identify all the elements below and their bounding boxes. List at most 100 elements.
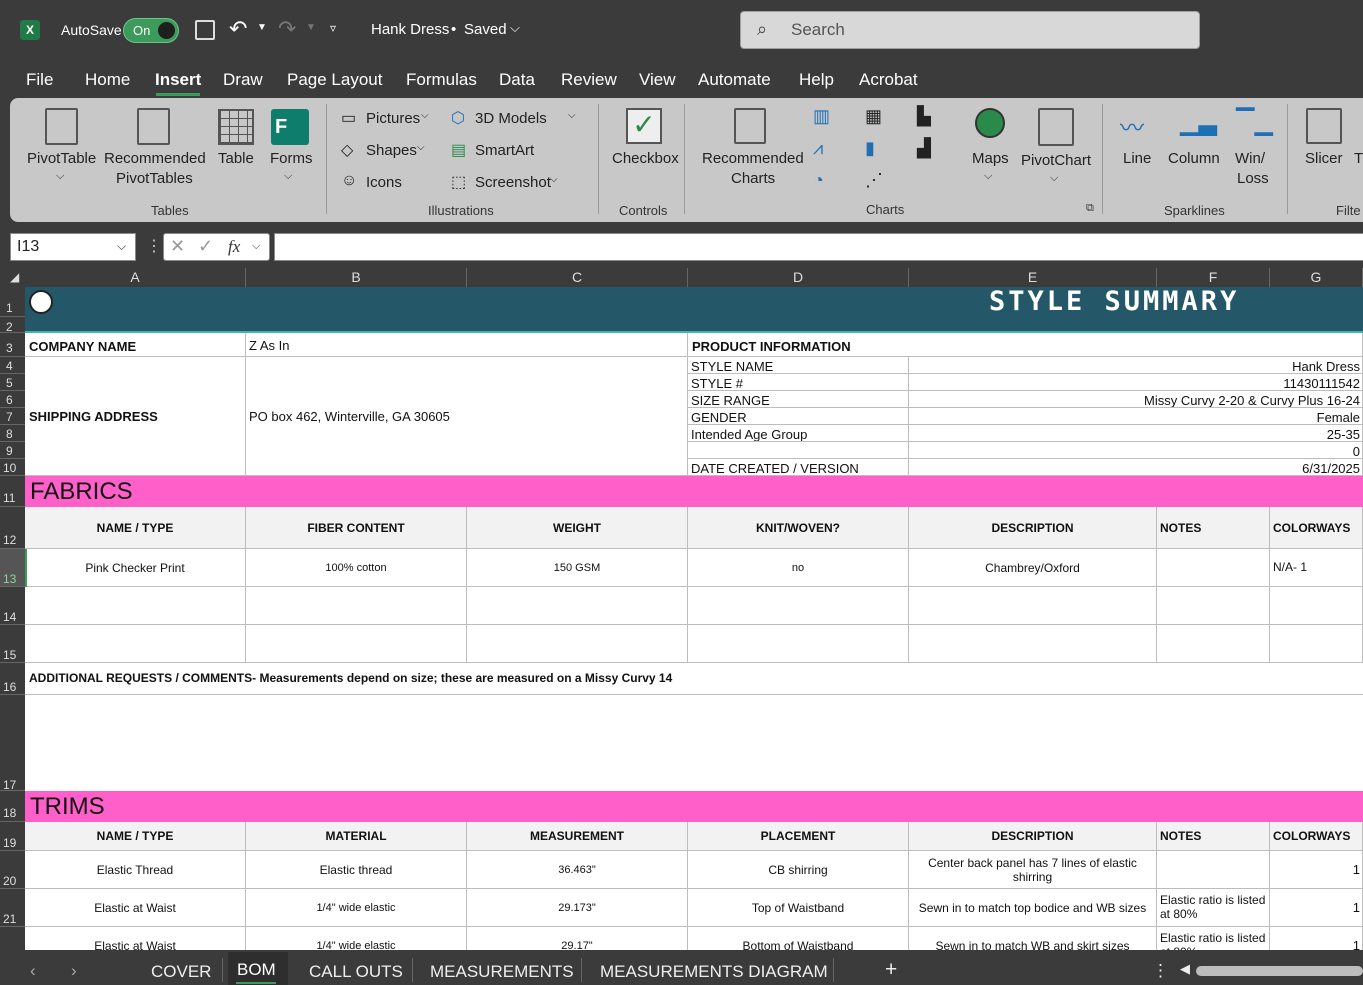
menu-automate[interactable]: Automate — [698, 70, 771, 90]
row-header[interactable]: 10 — [0, 459, 25, 476]
document-title[interactable]: Hank Dress — [371, 21, 449, 38]
menu-data[interactable]: Data — [499, 70, 535, 90]
row-header[interactable]: 14 — [0, 587, 25, 625]
menu-formulas[interactable]: Formulas — [406, 70, 477, 90]
fabric-cell[interactable] — [1157, 587, 1270, 625]
fabric-cell[interactable] — [909, 587, 1157, 625]
pivotchart-button[interactable]: PivotChart — [1021, 152, 1091, 169]
trim-cell[interactable]: Sewn in to match top bodice and WB sizes — [909, 889, 1157, 927]
fabric-cell[interactable]: 100% cotton — [246, 549, 467, 587]
row-header[interactable]: 8 — [0, 425, 25, 442]
product-info-value[interactable]: Female — [909, 408, 1363, 425]
fabric-cell[interactable] — [688, 625, 909, 663]
tab-measurements[interactable]: MEASUREMENTS — [430, 962, 574, 982]
save-icon[interactable] — [195, 20, 215, 40]
product-info-value[interactable]: Missy Curvy 2-20 & Curvy Plus 16-24 — [909, 391, 1363, 408]
shapes-button[interactable]: Shapes — [366, 142, 417, 159]
column-header-f[interactable]: F — [1157, 268, 1270, 287]
fabric-cell[interactable]: 150 GSM — [467, 549, 688, 587]
menu-help[interactable]: Help — [799, 70, 834, 90]
row-header[interactable]: 12 — [0, 507, 25, 549]
formula-bar-grip-icon[interactable]: ⋮ — [146, 236, 162, 256]
row-header[interactable]: 1 — [0, 287, 25, 317]
undo-icon[interactable]: ↶ — [229, 16, 247, 42]
fabric-cell[interactable] — [246, 625, 467, 663]
fabric-cell[interactable] — [246, 587, 467, 625]
row-header[interactable]: 2 — [0, 317, 25, 334]
trim-cell[interactable]: 29.173" — [467, 889, 688, 927]
menu-review[interactable]: Review — [561, 70, 617, 90]
trim-cell[interactable]: 1 — [1270, 851, 1363, 889]
row-header[interactable]: 13 — [0, 549, 25, 587]
trim-cell[interactable]: 36.463" — [467, 851, 688, 889]
row-header[interactable]: 15 — [0, 625, 25, 663]
trim-cell[interactable] — [1157, 851, 1270, 889]
recommended-pivottables-button[interactable]: Recommended — [104, 150, 206, 167]
product-info-value[interactable]: Hank Dress — [909, 357, 1363, 374]
row-header[interactable]: 19 — [0, 822, 25, 851]
timeline-button[interactable]: T — [1354, 150, 1363, 167]
shapes-dropdown-icon[interactable]: ⌵ — [417, 142, 425, 153]
hierarchy-chart-icon[interactable]: ▦ — [865, 106, 882, 127]
pie-chart-icon[interactable]: ◔ — [813, 170, 824, 191]
column-header-a[interactable]: A — [25, 268, 246, 287]
menu-acrobat[interactable]: Acrobat — [859, 70, 918, 90]
trim-cell[interactable]: 1/4" wide elastic — [246, 889, 467, 927]
autosave-toggle[interactable]: On — [123, 18, 179, 43]
select-all-icon[interactable]: ◢ — [10, 270, 19, 284]
search-box[interactable]: ⌕ Search — [740, 11, 1200, 49]
table-button[interactable]: Table — [218, 150, 254, 167]
cancel-icon[interactable]: ✕ — [170, 236, 185, 257]
dialog-launcher-icon[interactable]: ⧉ — [1086, 202, 1094, 215]
product-info-value[interactable]: 0 — [909, 442, 1363, 459]
icons-button[interactable]: Icons — [366, 174, 402, 191]
slicer-button[interactable]: Slicer — [1305, 150, 1343, 167]
horizontal-scrollbar[interactable] — [1196, 966, 1363, 976]
fabric-cell[interactable] — [25, 625, 246, 663]
column-header-e[interactable]: E — [909, 268, 1157, 287]
trim-cell[interactable]: Bottom of Waistband — [688, 927, 909, 950]
menu-view[interactable]: View — [639, 70, 676, 90]
chevron-down-icon[interactable]: ⌵ — [252, 240, 260, 253]
row-header[interactable]: 20 — [0, 851, 25, 889]
column-header-b[interactable]: B — [246, 268, 467, 287]
pivottable-dropdown-icon[interactable]: ⌵ — [56, 170, 64, 183]
company-name-value[interactable]: Z As In — [246, 333, 688, 357]
name-box[interactable]: I13 ⌵ — [10, 233, 136, 261]
screenshot-dropdown-icon[interactable]: ⌵ — [550, 174, 558, 185]
tab-measurements-diagram[interactable]: MEASUREMENTS DIAGRAM — [600, 962, 828, 982]
row-header[interactable]: 5 — [0, 374, 25, 391]
customize-toolbar-icon[interactable]: ▿ — [330, 21, 336, 35]
menu-page-layout[interactable]: Page Layout — [287, 70, 382, 90]
row-header[interactable]: 4 — [0, 357, 25, 374]
worksheet[interactable]: STYLE SUMMARY COMPANY NAME Z As In PRODU… — [25, 287, 1363, 950]
trim-cell[interactable]: Elastic at Waist — [25, 889, 246, 927]
tab-bom-active[interactable]: BOM — [228, 952, 288, 985]
trim-cell[interactable]: Elastic thread — [246, 851, 467, 889]
recommended-charts-button-line2[interactable]: Charts — [731, 170, 775, 187]
column-header-d[interactable]: D — [688, 268, 909, 287]
smartart-button[interactable]: SmartArt — [475, 142, 534, 159]
trim-cell[interactable]: Elastic at Waist — [25, 927, 246, 950]
row-header[interactable]: 11 — [0, 476, 25, 507]
column-header-g[interactable]: G — [1270, 268, 1363, 287]
undo-dropdown-icon[interactable]: ▼ — [257, 22, 267, 33]
pictures-button[interactable]: Pictures — [366, 110, 420, 127]
product-info-value[interactable]: 25-35 — [909, 425, 1363, 442]
product-info-value[interactable]: 6/31/2025 — [909, 459, 1363, 476]
next-sheet-icon[interactable]: › — [71, 961, 77, 981]
fabric-cell[interactable] — [1157, 549, 1270, 587]
column-sparkline-button[interactable]: Column — [1168, 150, 1220, 167]
fabric-cell[interactable]: Pink Checker Print — [25, 549, 246, 587]
fabric-cell[interactable] — [1157, 625, 1270, 663]
line-chart-icon[interactable]: ⩘ — [813, 138, 823, 159]
checkbox-button[interactable]: Checkbox — [612, 150, 679, 167]
trim-cell[interactable]: Elastic ratio is listed at 80% — [1157, 927, 1270, 950]
fabric-cell[interactable]: Chambrey/Oxford — [909, 549, 1157, 587]
pivotchart-dropdown-icon[interactable]: ⌵ — [1050, 172, 1058, 185]
row-header[interactable]: 16 — [0, 663, 25, 695]
menu-draw[interactable]: Draw — [223, 70, 263, 90]
column-header-c[interactable]: C — [467, 268, 688, 287]
recommended-charts-button[interactable]: Recommended — [702, 150, 804, 167]
row-header[interactable]: 6 — [0, 391, 25, 408]
